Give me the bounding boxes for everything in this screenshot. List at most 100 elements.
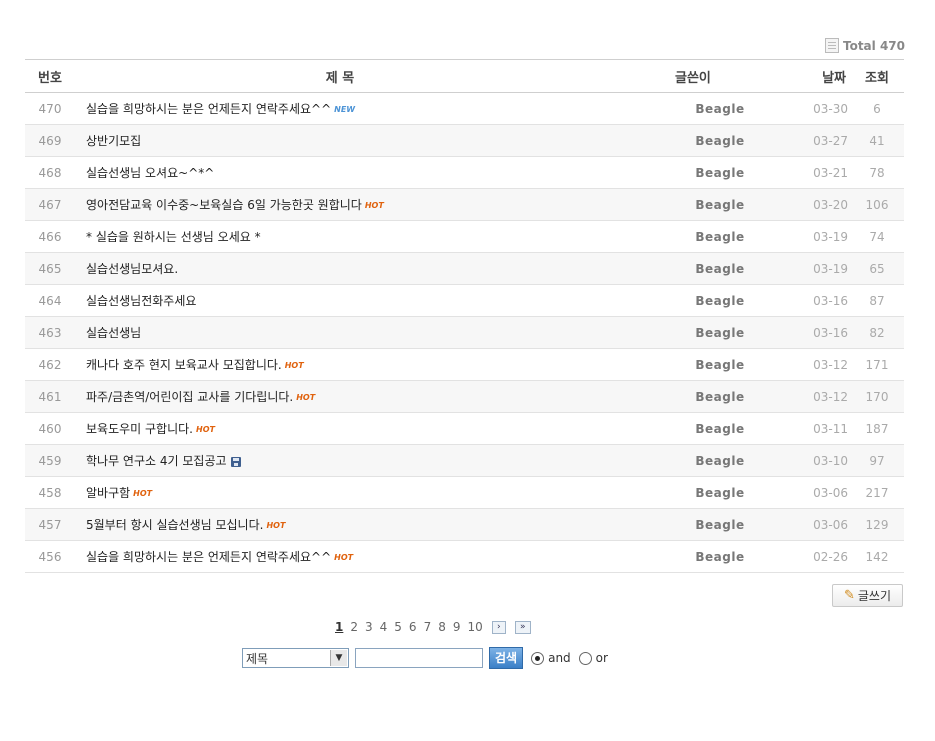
post-number: 467 <box>25 188 75 221</box>
post-title-link[interactable]: * 실습을 원하시는 선생님 오세요 * <box>86 230 261 244</box>
hot-badge-icon: HOT <box>334 553 354 562</box>
post-date: 03-19 <box>765 252 850 285</box>
post-writer[interactable]: Beagle <box>675 444 765 477</box>
post-date: 03-16 <box>765 284 850 317</box>
page-link[interactable]: 4 <box>380 620 388 634</box>
post-number: 465 <box>25 252 75 285</box>
post-writer[interactable]: Beagle <box>675 156 765 189</box>
radio-and[interactable]: and <box>531 651 571 665</box>
table-row[interactable]: 465 실습선생님모셔요. Beagle 03-19 65 <box>25 252 904 285</box>
search-bar: 제목 ▼ 검색 and or <box>242 647 608 669</box>
post-date: 03-27 <box>765 124 850 157</box>
post-hits: 41 <box>850 124 904 157</box>
page-link[interactable]: 5 <box>394 620 402 634</box>
post-number: 460 <box>25 412 75 445</box>
post-writer[interactable]: Beagle <box>675 476 765 509</box>
table-row[interactable]: 463 실습선생님 Beagle 03-16 82 <box>25 316 904 349</box>
post-hits: 6 <box>850 92 904 125</box>
post-title-link[interactable]: 파주/금촌역/어린이집 교사를 기다립니다. <box>86 390 293 404</box>
search-input[interactable] <box>355 648 483 668</box>
page-link[interactable]: 8 <box>438 620 446 634</box>
post-number: 470 <box>25 92 75 125</box>
post-number: 458 <box>25 476 75 509</box>
table-row[interactable]: 466 * 실습을 원하시는 선생님 오세요 * Beagle 03-19 74 <box>25 220 904 253</box>
post-title-link[interactable]: 알바구함 <box>86 486 130 500</box>
last-page-button[interactable]: » <box>514 620 531 634</box>
attachment-icon <box>230 456 241 467</box>
total-count-label: Total 470 <box>842 38 905 53</box>
post-number: 463 <box>25 316 75 349</box>
post-date: 03-06 <box>765 508 850 541</box>
hot-badge-icon: HOT <box>296 393 316 402</box>
post-title-cell: 캐나다 호주 현지 보육교사 모집합니다. HOT <box>75 348 675 381</box>
radio-or-dot[interactable] <box>578 651 592 665</box>
new-badge-icon: NEW <box>334 105 356 114</box>
next-page-button[interactable]: › <box>491 620 506 634</box>
pencil-icon: ✎ <box>843 588 855 603</box>
post-number: 462 <box>25 348 75 381</box>
table-row[interactable]: 469 상반기모집 Beagle 03-27 41 <box>25 124 904 157</box>
post-writer[interactable]: Beagle <box>675 252 765 285</box>
page-link[interactable]: 2 <box>350 620 358 634</box>
radio-and-dot[interactable] <box>531 651 545 665</box>
table-row[interactable]: 459 학나무 연구소 4기 모집공고 Beagle 03-10 97 <box>25 444 904 477</box>
table-row[interactable]: 470 실습을 희망하시는 분은 언제든지 연락주세요^^ NEW Beagle 03-… <box>25 92 904 125</box>
table-row[interactable]: 462 캐나다 호주 현지 보육교사 모집합니다. HOT Beagle 03-12 17… <box>25 348 904 381</box>
page-link[interactable]: 10 <box>467 620 482 634</box>
post-title-cell: 실습선생님 <box>75 316 675 349</box>
post-hits: 142 <box>850 540 904 573</box>
page-link[interactable]: 3 <box>365 620 373 634</box>
write-post-button[interactable]: ✎ 글쓰기 <box>832 584 903 607</box>
post-title-link[interactable]: 영아전담교육 이수중~보육실습 6일 가능한곳 원합니다 <box>86 198 362 212</box>
post-title-link[interactable]: 실습을 희망하시는 분은 언제든지 연락주세요^^ <box>86 550 331 564</box>
post-title-link[interactable]: 실습선생님전화주세요 <box>86 294 196 308</box>
post-writer[interactable]: Beagle <box>675 508 765 541</box>
post-writer[interactable]: Beagle <box>675 92 765 125</box>
page-link[interactable]: 1 <box>335 620 343 634</box>
chevron-down-icon[interactable]: ▼ <box>330 650 347 666</box>
table-row[interactable]: 457 5월부터 항시 실습선생님 모십니다. HOT Beagle 03-06 129 <box>25 508 904 541</box>
post-title-link[interactable]: 실습선생님 오셔요~^*^ <box>86 166 214 180</box>
search-button[interactable]: 검색 <box>489 647 524 669</box>
post-writer[interactable]: Beagle <box>675 284 765 317</box>
post-writer[interactable]: Beagle <box>675 124 765 157</box>
search-field-select[interactable]: 제목 ▼ <box>242 648 349 668</box>
post-writer[interactable]: Beagle <box>675 412 765 445</box>
post-number: 456 <box>25 540 75 573</box>
table-row[interactable]: 456 실습을 희망하시는 분은 언제든지 연락주세요^^ HOT Beagle 02-… <box>25 540 904 573</box>
post-title-link[interactable]: 실습을 희망하시는 분은 언제든지 연락주세요^^ <box>86 102 331 116</box>
post-writer[interactable]: Beagle <box>675 220 765 253</box>
post-writer[interactable]: Beagle <box>675 540 765 573</box>
post-title-link[interactable]: 실습선생님모셔요. <box>86 262 178 276</box>
table-row[interactable]: 464 실습선생님전화주세요 Beagle 03-16 87 <box>25 284 904 317</box>
page-link[interactable]: 7 <box>424 620 432 634</box>
page-link[interactable]: 9 <box>453 620 461 634</box>
pagination: 1 2 3 4 5 6 7 8 9 10 › » <box>335 620 531 634</box>
post-date: 03-30 <box>765 92 850 125</box>
post-writer[interactable]: Beagle <box>675 316 765 349</box>
post-writer[interactable]: Beagle <box>675 188 765 221</box>
table-row[interactable]: 460 보육도우미 구합니다. HOT Beagle 03-11 187 <box>25 412 904 445</box>
post-title-link[interactable]: 캐나다 호주 현지 보육교사 모집합니다. <box>86 358 282 372</box>
post-list-table: 번호 제 목 글쓴이 날짜 조회 470 실습을 희망하시는 분은 언제든지 연락… <box>25 59 904 573</box>
table-row[interactable]: 468 실습선생님 오셔요~^*^ Beagle 03-21 78 <box>25 156 904 189</box>
post-title-cell: 실습선생님모셔요. <box>75 252 675 285</box>
post-date: 03-12 <box>765 380 850 413</box>
page-link[interactable]: 6 <box>409 620 417 634</box>
post-title-cell: 상반기모집 <box>75 124 675 157</box>
post-writer[interactable]: Beagle <box>675 348 765 381</box>
post-number: 461 <box>25 380 75 413</box>
post-title-link[interactable]: 상반기모집 <box>86 134 141 148</box>
radio-or[interactable]: or <box>578 651 608 665</box>
post-title-link[interactable]: 보육도우미 구합니다. <box>86 422 193 436</box>
post-date: 03-06 <box>765 476 850 509</box>
table-row[interactable]: 458 알바구함 HOT Beagle 03-06 217 <box>25 476 904 509</box>
post-title-link[interactable]: 학나무 연구소 4기 모집공고 <box>86 454 227 468</box>
post-writer[interactable]: Beagle <box>675 380 765 413</box>
post-title-link[interactable]: 실습선생님 <box>86 326 141 340</box>
post-title-link[interactable]: 5월부터 항시 실습선생님 모십니다. <box>86 518 263 532</box>
post-hits: 87 <box>850 284 904 317</box>
table-row[interactable]: 461 파주/금촌역/어린이집 교사를 기다립니다. HOT Beagle 03-12 1… <box>25 380 904 413</box>
table-row[interactable]: 467 영아전담교육 이수중~보육실습 6일 가능한곳 원합니다 HOT Beagle… <box>25 188 904 221</box>
document-icon <box>824 38 839 53</box>
